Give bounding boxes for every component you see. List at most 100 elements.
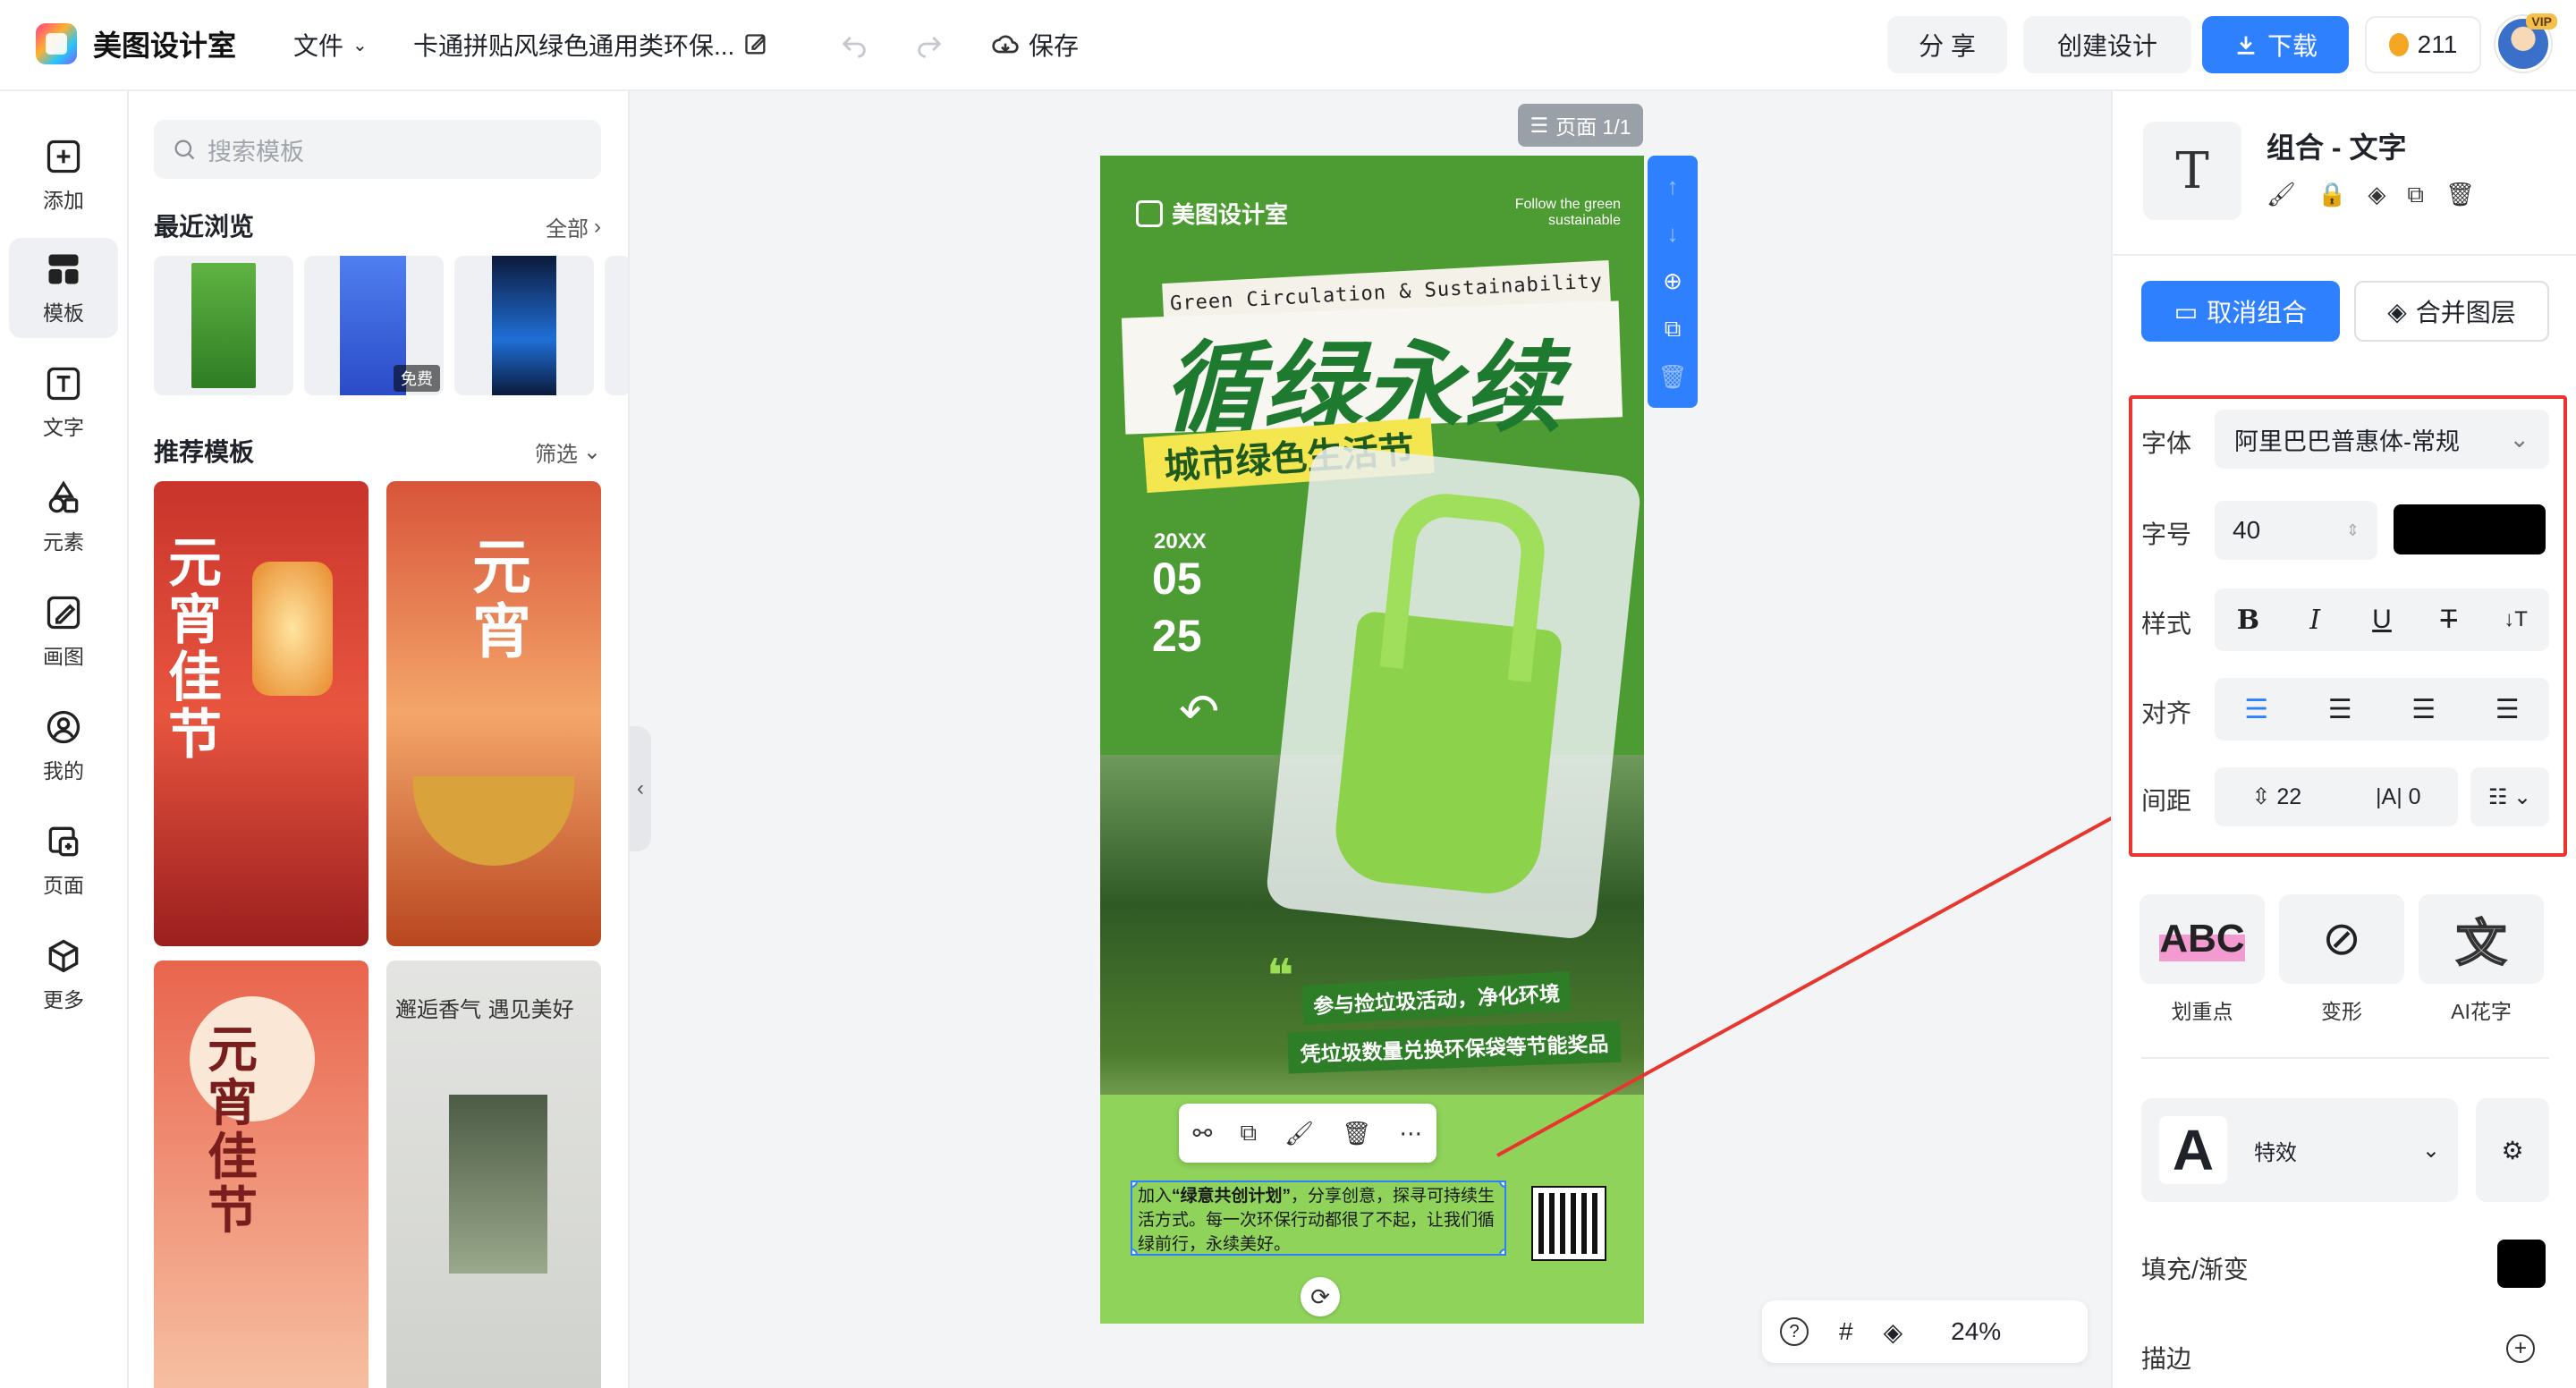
- poster-brand: 美图设计室: [1136, 197, 1288, 230]
- list-style-select[interactable]: ☷ ⌄: [2470, 767, 2549, 826]
- effect-deform[interactable]: ⊘: [2279, 894, 2404, 984]
- resize-handle[interactable]: [1132, 1182, 1138, 1188]
- text-color-swatch[interactable]: [2394, 504, 2546, 554]
- page-indicator[interactable]: ☰ 页面 1/1: [1518, 104, 1643, 147]
- avatar[interactable]: VIP: [2496, 13, 2557, 72]
- recent-thumb[interactable]: [154, 256, 293, 395]
- download-button[interactable]: 下载: [2202, 16, 2349, 73]
- nav-template[interactable]: 模板: [9, 238, 118, 338]
- special-effect-select[interactable]: A 特效 ⌄: [2141, 1098, 2458, 1202]
- file-menu[interactable]: 文件 ⌄: [293, 27, 368, 63]
- collapse-panel-button[interactable]: ‹: [630, 726, 651, 851]
- chevron-left-icon: ‹: [637, 776, 644, 800]
- stepper-icon[interactable]: ⇕: [2346, 521, 2360, 540]
- resize-handle[interactable]: [1132, 1248, 1138, 1254]
- resize-handle[interactable]: [1499, 1248, 1504, 1254]
- rotate-handle[interactable]: ⟳: [1301, 1277, 1340, 1316]
- layers-icon[interactable]: ◈: [2368, 181, 2385, 209]
- copy-icon[interactable]: ⧉: [1240, 1119, 1257, 1147]
- delete-icon[interactable]: 🗑: [2445, 181, 2475, 209]
- help-icon[interactable]: ?: [1780, 1317, 1809, 1346]
- recent-all-link[interactable]: 全部 ›: [546, 211, 601, 242]
- add-stroke-icon[interactable]: +: [2506, 1334, 2535, 1363]
- search-input[interactable]: 搜索模板: [154, 120, 601, 179]
- selected-text-box[interactable]: 加入“绿意共创计划”，分享创意，探寻可持续生活方式。每一次环保行动都很了不起，让…: [1131, 1181, 1506, 1256]
- strikethrough-button[interactable]: T: [2418, 593, 2480, 647]
- nav-more[interactable]: 更多: [9, 925, 118, 1025]
- copy-icon[interactable]: ⧉: [2407, 181, 2424, 209]
- nav-elements[interactable]: 元素: [9, 467, 118, 567]
- poster-month: 05: [1152, 554, 1202, 604]
- nav-text[interactable]: 文字: [9, 352, 118, 453]
- nav-add[interactable]: 添加: [9, 125, 118, 225]
- align-center-icon[interactable]: ☰: [2309, 682, 2371, 736]
- nav-draw[interactable]: 画图: [9, 581, 118, 681]
- merge-layers-button[interactable]: ◈ 合并图层: [2354, 281, 2549, 342]
- special-preview: A: [2159, 1116, 2227, 1184]
- unlink-icon[interactable]: ⚯: [1193, 1120, 1213, 1147]
- zoom-level[interactable]: 24%: [1951, 1317, 2001, 1346]
- doc-title[interactable]: 卡通拼贴风绿色通用类环保...: [413, 27, 768, 63]
- line-spacing-control[interactable]: ⇳ 22: [2251, 783, 2301, 810]
- delete-icon[interactable]: 🗑: [1342, 1120, 1371, 1147]
- fill-color-swatch[interactable]: [2497, 1240, 2546, 1288]
- effect-ai-font[interactable]: 文: [2419, 894, 2544, 984]
- align-right-icon[interactable]: ☰: [2393, 682, 2455, 736]
- template-title: 邂逅香气 遇见美好: [395, 997, 574, 1022]
- template-card[interactable]: 元宵佳节: [154, 961, 369, 1388]
- duplicate-page-icon[interactable]: ⧉: [1657, 314, 1688, 344]
- app-root: 美图设计室 文件 ⌄ 卡通拼贴风绿色通用类环保... 保存 分 享 创建设计 下…: [0, 0, 2576, 1388]
- grid-icon[interactable]: #: [1839, 1317, 1853, 1346]
- recent-thumb[interactable]: [605, 256, 628, 395]
- effect-settings-button[interactable]: ⚙: [2476, 1098, 2549, 1202]
- ungroup-button[interactable]: ▭ 取消组合: [2141, 281, 2340, 342]
- recent-thumb[interactable]: [454, 256, 594, 395]
- share-button[interactable]: 分 享: [1887, 16, 2007, 73]
- fill-label: 填充/渐变: [2141, 1256, 2249, 1283]
- template-card[interactable]: 元宵: [386, 481, 601, 946]
- lock-icon[interactable]: 🔒: [2318, 181, 2346, 209]
- redo-icon[interactable]: [914, 29, 945, 59]
- undo-icon[interactable]: [839, 29, 869, 59]
- page-icon: [48, 826, 79, 857]
- delete-page-icon[interactable]: 🗑: [1657, 361, 1688, 392]
- app-name: 美图设计室: [93, 30, 237, 62]
- add-page-icon[interactable]: ⊕: [1657, 267, 1688, 297]
- recent-title: 最近浏览: [154, 213, 255, 241]
- font-size-stepper[interactable]: 40 ⇕: [2215, 501, 2377, 560]
- template-card[interactable]: 邂逅香气 遇见美好: [386, 961, 601, 1388]
- edit-icon[interactable]: [743, 32, 768, 57]
- nav-label: 文字: [43, 416, 84, 439]
- underline-button[interactable]: U: [2351, 593, 2413, 647]
- create-design-button[interactable]: 创建设计: [2023, 16, 2191, 73]
- nav-mine[interactable]: 我的: [9, 696, 118, 796]
- format-brush-icon[interactable]: 🖌: [1284, 1120, 1314, 1147]
- bold-button[interactable]: B: [2216, 593, 2279, 647]
- vertical-text-button[interactable]: ↓T: [2485, 593, 2547, 647]
- format-brush-icon[interactable]: 🖌: [2267, 181, 2296, 209]
- effect-highlight[interactable]: ABC: [2140, 894, 2265, 984]
- align-buttons: ☰ ☰ ☰ ☰: [2215, 678, 2549, 741]
- resize-handle[interactable]: [1499, 1182, 1504, 1188]
- points-badge[interactable]: 211: [2365, 16, 2481, 73]
- nav-label: 画图: [43, 645, 84, 668]
- save-button[interactable]: 保存: [991, 27, 1079, 63]
- font-select[interactable]: 阿里巴巴普惠体-常规 ⌄: [2215, 410, 2549, 469]
- template-card[interactable]: 元宵佳节: [154, 481, 369, 946]
- move-up-icon[interactable]: ↑: [1657, 172, 1688, 202]
- nav-page[interactable]: 页面: [9, 810, 118, 910]
- letter-spacing-control[interactable]: |A| 0: [2376, 784, 2421, 810]
- app-logo[interactable]: 美图设计室: [36, 23, 236, 64]
- move-down-icon[interactable]: ↓: [1657, 219, 1688, 250]
- chevron-right-icon: ›: [594, 214, 601, 239]
- more-icon[interactable]: ⋯: [1399, 1120, 1422, 1147]
- align-left-icon[interactable]: ☰: [2225, 682, 2288, 736]
- align-justify-icon[interactable]: ☰: [2476, 682, 2538, 736]
- doc-title-text: 卡通拼贴风绿色通用类环保...: [413, 32, 735, 60]
- template-title: 元宵: [472, 532, 531, 666]
- bean-icon: [2388, 33, 2409, 56]
- recent-thumb[interactable]: 免费: [304, 256, 444, 395]
- filter-link[interactable]: 筛选 ⌄: [535, 436, 601, 468]
- italic-button[interactable]: I: [2284, 593, 2346, 647]
- layers-icon[interactable]: ◈: [1884, 1317, 1903, 1347]
